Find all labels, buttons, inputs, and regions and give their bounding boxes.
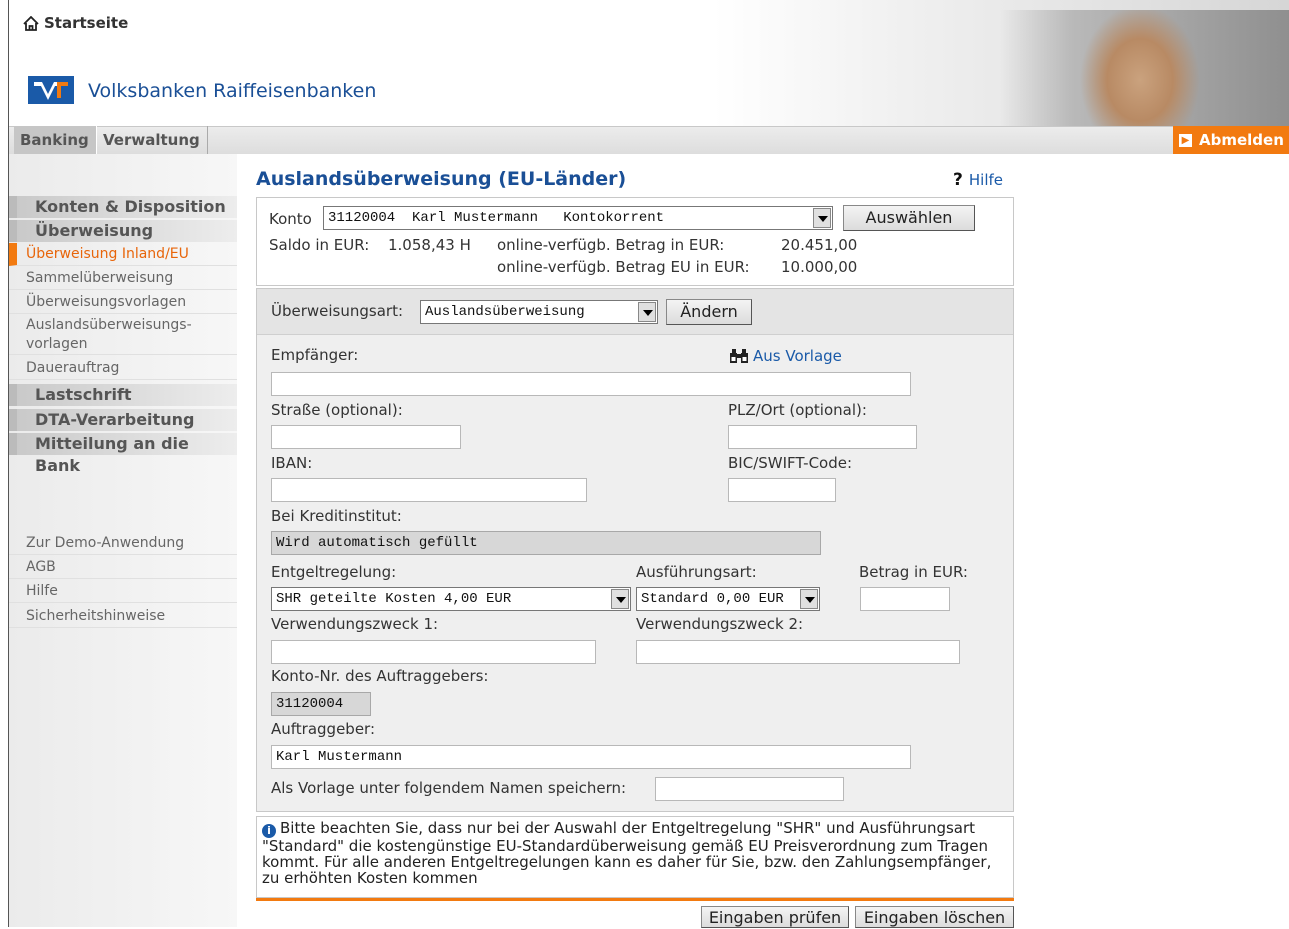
- notice-text: Bitte beachten Sie, dass nur bei der Aus…: [262, 819, 992, 887]
- sidebar-item-auslandsvorlagen-line2[interactable]: vorlagen: [9, 334, 237, 355]
- arrow-right-icon: ▶: [1179, 133, 1192, 147]
- logout-label: Abmelden: [1199, 131, 1284, 149]
- available-value: 20.451,00: [781, 236, 858, 254]
- binoculars-icon: [730, 349, 748, 363]
- street-label: Straße (optional):: [271, 401, 403, 419]
- sidebar-section-mitteilung[interactable]: Mitteilung an die Bank: [9, 433, 237, 475]
- tab-verwaltung[interactable]: Verwaltung: [96, 126, 208, 154]
- purpose1-label: Verwendungszweck 1:: [271, 615, 439, 633]
- sidebar-item-dauerauftrag[interactable]: Dauerauftrag: [9, 357, 237, 380]
- fee-select-value: SHR geteilte Kosten 4,00 EUR: [276, 591, 512, 607]
- konto-label: Konto: [269, 210, 312, 228]
- template-name-input[interactable]: [655, 777, 844, 801]
- available-label: online-verfügb. Betrag in EUR:: [497, 236, 725, 254]
- exec-select[interactable]: Standard 0,00 EUR: [636, 587, 820, 611]
- bank-name: Volksbanken Raiffeisenbanken: [88, 80, 377, 102]
- purpose2-input[interactable]: [636, 640, 960, 664]
- city-input[interactable]: [728, 425, 917, 449]
- sidebar-section-ueberweisung[interactable]: Überweisung: [9, 220, 237, 242]
- chevron-down-icon: [611, 589, 629, 609]
- from-template-label: Aus Vorlage: [753, 347, 842, 365]
- bank-label: Bei Kreditinstitut:: [271, 507, 402, 525]
- sidebar-section-konten[interactable]: Konten & Disposition: [9, 196, 237, 218]
- payer-account-label: Konto-Nr. des Auftraggebers:: [271, 667, 489, 685]
- home-icon: [23, 15, 39, 31]
- sidebar-link-agb[interactable]: AGB: [9, 556, 237, 579]
- available-eu-label: online-verfügb. Betrag EU in EUR:: [497, 258, 750, 276]
- purpose2-label: Verwendungszweck 2:: [636, 615, 804, 633]
- fee-select[interactable]: SHR geteilte Kosten 4,00 EUR: [271, 587, 631, 611]
- tab-banking[interactable]: Banking: [14, 126, 96, 154]
- fee-label: Entgeltregelung:: [271, 563, 397, 581]
- change-type-button[interactable]: Ändern: [666, 299, 752, 325]
- sidebar-link-demo[interactable]: Zur Demo-Anwendung: [9, 532, 237, 555]
- amount-label: Betrag in EUR:: [859, 563, 968, 581]
- select-account-button[interactable]: Auswählen: [843, 205, 975, 231]
- bank-logo: [28, 76, 74, 104]
- bic-input[interactable]: [728, 478, 836, 502]
- help-label: Hilfe: [968, 171, 1003, 189]
- exec-label: Ausführungsart:: [636, 563, 757, 581]
- available-eu-value: 10.000,00: [781, 258, 858, 276]
- save-template-label: Als Vorlage unter folgendem Namen speich…: [271, 779, 627, 797]
- chevron-down-icon: [813, 208, 831, 228]
- bank-field: Wird automatisch gefüllt: [271, 531, 821, 555]
- divider: [256, 898, 1014, 901]
- amount-input[interactable]: [860, 587, 950, 611]
- iban-label: IBAN:: [271, 454, 313, 472]
- saldo-value: 1.058,43 H: [388, 236, 471, 254]
- clear-inputs-button[interactable]: Eingaben löschen: [855, 906, 1014, 928]
- iban-input[interactable]: [271, 478, 587, 502]
- info-icon: i: [262, 824, 276, 838]
- account-select[interactable]: 31120004 Karl Mustermann Kontokorrent: [323, 206, 833, 230]
- city-label: PLZ/Ort (optional):: [728, 401, 867, 419]
- transfer-type-select[interactable]: Auslandsüberweisung: [420, 300, 658, 324]
- payer-label: Auftraggeber:: [271, 720, 376, 738]
- check-inputs-button[interactable]: Eingaben prüfen: [701, 906, 849, 928]
- account-select-value: 31120004 Karl Mustermann Kontokorrent: [328, 210, 665, 226]
- sidebar-item-auslandsvorlagen[interactable]: Auslandsüberweisungs-: [9, 316, 237, 334]
- home-label: Startseite: [44, 14, 129, 32]
- recipient-input[interactable]: [271, 372, 911, 396]
- purpose1-input[interactable]: [271, 640, 596, 664]
- sidebar-item-ueberweisungsvorlagen[interactable]: Überweisungsvorlagen: [9, 291, 237, 314]
- bic-label: BIC/SWIFT-Code:: [728, 454, 853, 472]
- sidebar-item-ueberweisung-inland[interactable]: Überweisung Inland/EU: [9, 243, 237, 266]
- recipient-label: Empfänger:: [271, 346, 359, 364]
- exec-select-value: Standard 0,00 EUR: [641, 591, 784, 607]
- payer-account-field: 31120004: [271, 692, 371, 716]
- sidebar-section-lastschrift[interactable]: Lastschrift: [9, 384, 237, 406]
- payer-input[interactable]: Karl Mustermann: [271, 745, 911, 769]
- chevron-down-icon: [800, 589, 818, 609]
- page-title: Auslandsüberweisung (EU-Länder): [256, 168, 627, 190]
- sidebar-link-sicherheit[interactable]: Sicherheitshinweise: [9, 605, 237, 628]
- sidebar-link-hilfe[interactable]: Hilfe: [9, 580, 237, 603]
- notice-text-block: i Bitte beachten Sie, dass nur bei der Au…: [262, 820, 1007, 886]
- saldo-label: Saldo in EUR:: [269, 236, 370, 254]
- sidebar-section-dta[interactable]: DTA-Verarbeitung: [9, 409, 237, 431]
- home-link[interactable]: Startseite: [23, 14, 128, 32]
- transfer-type-value: Auslandsüberweisung: [425, 304, 585, 320]
- from-template-link[interactable]: Aus Vorlage: [729, 347, 842, 365]
- help-icon: ?: [953, 170, 963, 190]
- help-link[interactable]: ? Hilfe: [953, 170, 1003, 190]
- transfer-type-label: Überweisungsart:: [271, 302, 404, 320]
- logout-button[interactable]: ▶ Abmelden: [1173, 126, 1289, 154]
- sidebar-item-sammelueberweisung[interactable]: Sammelüberweisung: [9, 267, 237, 290]
- header-photo: [1000, 10, 1289, 126]
- chevron-down-icon: [638, 302, 656, 322]
- street-input[interactable]: [271, 425, 461, 449]
